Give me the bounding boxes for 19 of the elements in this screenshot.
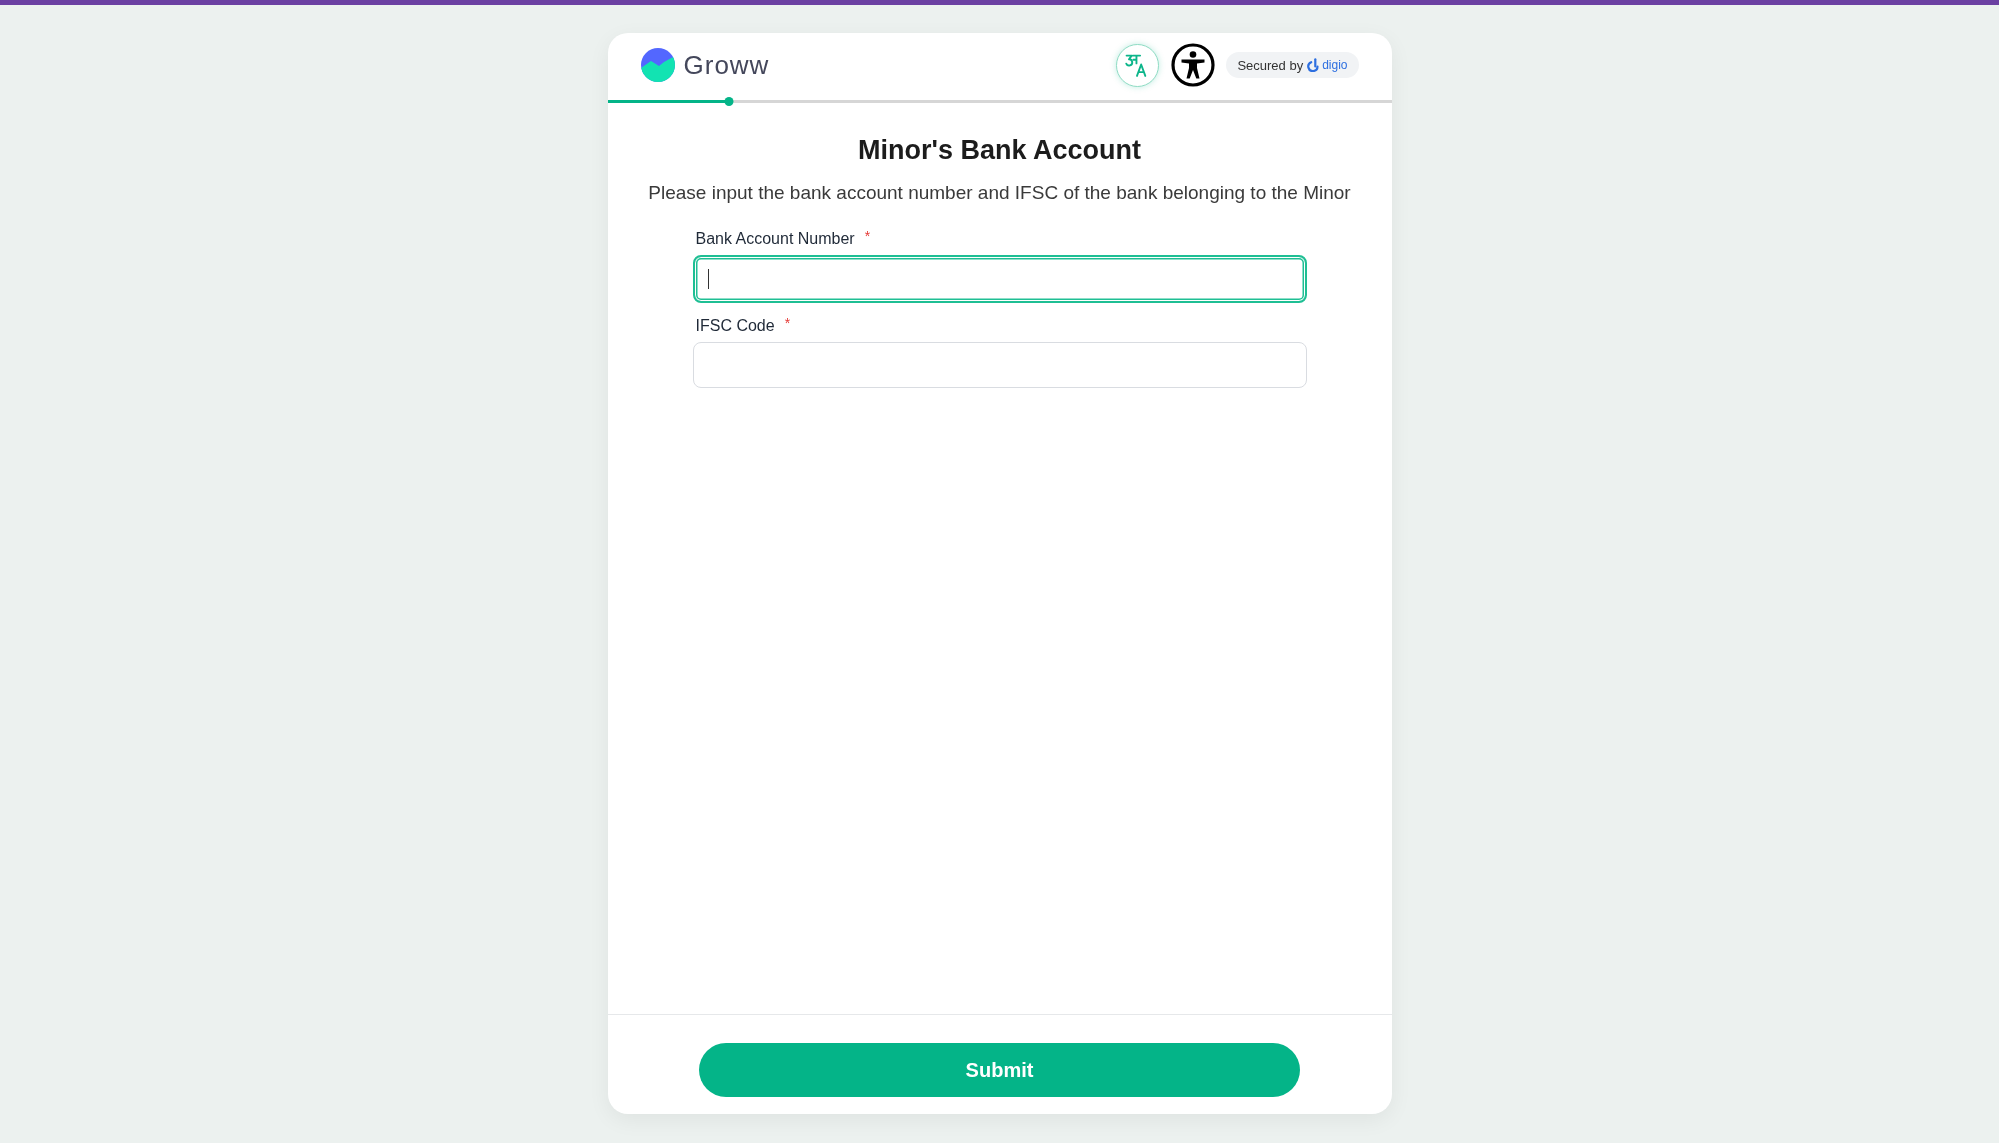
field-label: IFSC Code bbox=[695, 316, 775, 336]
field-label: Bank Account Number bbox=[695, 229, 855, 249]
input-field[interactable] bbox=[692, 342, 1307, 388]
language-button[interactable] bbox=[1116, 43, 1160, 87]
logo-text: Groww bbox=[683, 50, 770, 80]
submit-button[interactable]: Submit bbox=[699, 1043, 1300, 1097]
page-description: Please input the bank account number and IFSC of the bank belonging to the Minor bbox=[648, 181, 1351, 205]
brand-text: digio bbox=[1322, 58, 1348, 72]
accessibility-icon bbox=[1171, 43, 1216, 87]
accessibility-button[interactable] bbox=[1171, 43, 1216, 87]
page-title: Minor's Bank Account bbox=[858, 134, 1141, 167]
required-mark: * bbox=[864, 229, 871, 243]
brand-logo-icon bbox=[1307, 58, 1321, 72]
progress-marker-icon bbox=[724, 97, 734, 106]
logo-icon bbox=[640, 48, 675, 82]
text-cursor-icon bbox=[707, 269, 709, 289]
input-field[interactable] bbox=[692, 255, 1307, 303]
required-mark: * bbox=[784, 316, 791, 330]
secured-by-text: Secured by bbox=[1237, 57, 1304, 73]
